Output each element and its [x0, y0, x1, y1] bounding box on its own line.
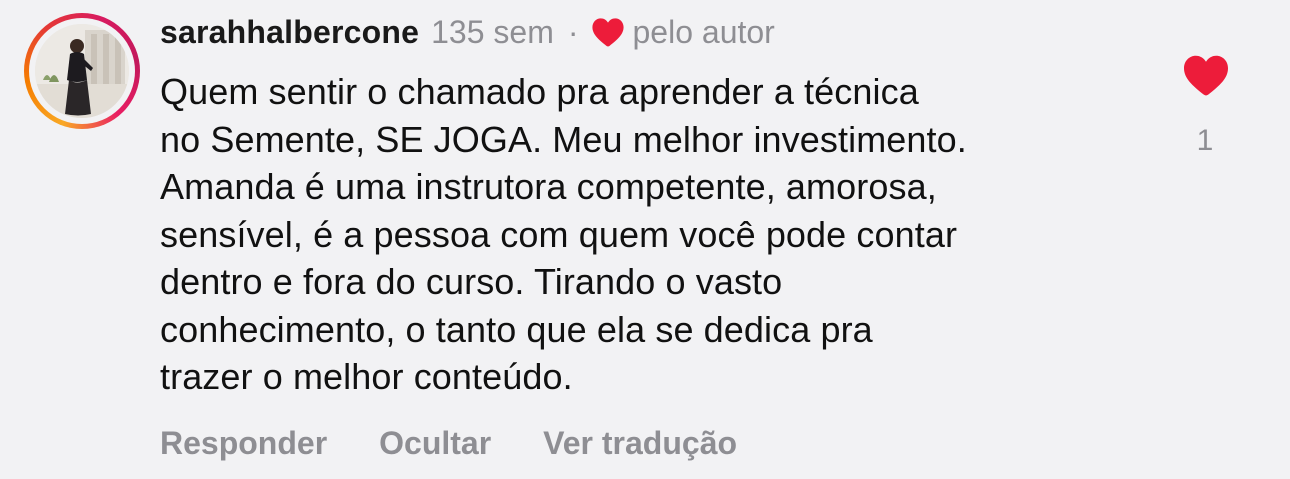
- like-button[interactable]: [1182, 53, 1230, 97]
- avatar-border: [29, 18, 135, 124]
- comment-actions: Responder Ocultar Ver tradução: [160, 425, 737, 462]
- comment-text-line: dentro e fora do curso. Tirando o vasto: [160, 261, 783, 302]
- heart-icon: [591, 16, 625, 48]
- comment-text-line: trazer o melhor conteúdo.: [160, 356, 573, 397]
- heart-icon: [1184, 55, 1228, 96]
- comment-item: sarahhalbercone 135 sem · pelo autor Que…: [0, 0, 1290, 479]
- comment-text: Quem sentir o chamado pra aprender a téc…: [160, 68, 1140, 401]
- hide-button[interactable]: Ocultar: [379, 425, 491, 462]
- timestamp: 135 sem: [431, 13, 554, 50]
- avatar[interactable]: [24, 13, 140, 129]
- username-link[interactable]: sarahhalbercone: [160, 14, 419, 51]
- translate-button[interactable]: Ver tradução: [543, 425, 737, 462]
- separator-dot: ·: [567, 13, 579, 50]
- comment-text-line: Amanda é uma instrutora competente, amor…: [160, 166, 937, 207]
- reply-button[interactable]: Responder: [160, 425, 327, 462]
- comment-text-line: sensível, é a pessoa com quem você pode …: [160, 213, 958, 255]
- comment-text-line: conhecimento, o tanto que ela se dedica …: [160, 308, 873, 350]
- like-count[interactable]: 1: [1160, 124, 1250, 158]
- comment-text-line: no Semente, SE JOGA. Meu melhor investim…: [160, 118, 967, 160]
- profile-photo-icon: [35, 24, 129, 118]
- comment-text-line: Quem sentir o chamado pra aprender a téc…: [160, 71, 919, 112]
- comment-header: sarahhalbercone 135 sem · pelo autor: [160, 12, 775, 52]
- liked-by-author-label: pelo autor: [632, 13, 775, 50]
